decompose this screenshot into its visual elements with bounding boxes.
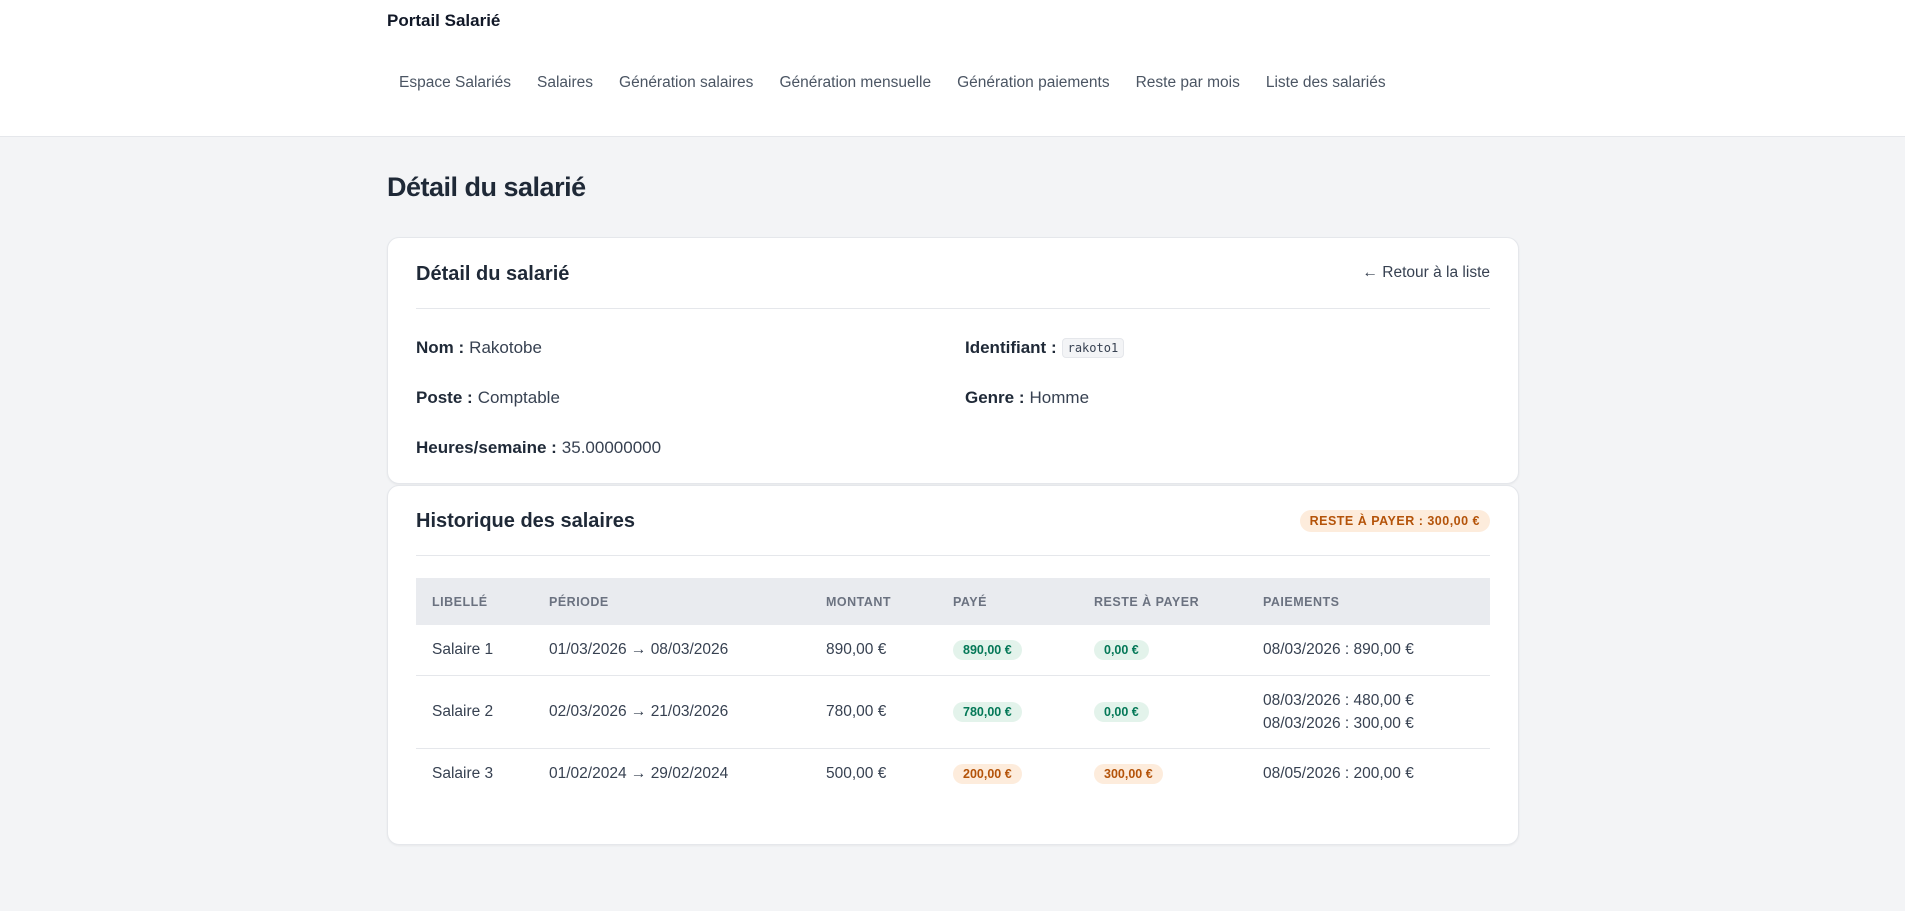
paid-badge: 780,00 € xyxy=(953,701,1022,722)
brand-title[interactable]: Portail Salarié xyxy=(387,11,500,31)
field-nom: Nom : Rakotobe xyxy=(416,323,965,373)
col-periode: Période xyxy=(549,594,609,609)
cell-reste: 300,00 € xyxy=(1078,748,1247,799)
cell-paye: 200,00 € xyxy=(937,748,1078,799)
cell-reste: 0,00 € xyxy=(1078,675,1247,749)
history-card-header: Historique des salaires Reste à payer : … xyxy=(416,486,1490,556)
salary-history-card: Historique des salaires Reste à payer : … xyxy=(387,485,1519,845)
remaining-total-badge: Reste à payer : 300,00 € xyxy=(1299,509,1490,532)
nav-generation-mensuelle[interactable]: Génération mensuelle xyxy=(767,72,943,94)
identifiant-value: rakoto1 xyxy=(1061,338,1125,358)
cell-libelle: Salaire 2 xyxy=(416,675,533,749)
field-heures: Heures/semaine : 35.00000000 xyxy=(416,423,965,473)
details-card-header: Détail du salarié ← Retour à la liste xyxy=(416,238,1490,309)
cell-paye: 890,00 € xyxy=(937,625,1078,676)
main-nav: Espace Salariés Salaires Génération sala… xyxy=(387,72,1400,94)
nav-espace-salaries[interactable]: Espace Salariés xyxy=(387,72,523,94)
cell-paiements: 08/05/2026 : 200,00 € xyxy=(1247,748,1490,799)
payment-line: 08/03/2026 : 480,00 € xyxy=(1263,691,1414,709)
cell-montant: 500,00 € xyxy=(826,764,887,782)
employee-details-card: Détail du salarié ← Retour à la liste No… xyxy=(387,237,1519,484)
field-identifiant: Identifiant : rakoto1 xyxy=(965,323,1490,373)
history-card-title: Historique des salaires xyxy=(416,510,635,532)
paid-badge: 200,00 € xyxy=(953,763,1022,784)
nom-value: Rakotobe xyxy=(469,338,542,357)
cell-montant: 780,00 € xyxy=(810,675,937,749)
payment-line: 08/05/2026 : 200,00 € xyxy=(1263,765,1414,783)
table-row: Salaire 1 01/03/2026 → 08/03/2026 890,00… xyxy=(416,625,1490,676)
genre-value: Homme xyxy=(1029,388,1090,407)
col-reste: Reste à payer xyxy=(1094,594,1200,609)
heures-value: 35.00000000 xyxy=(561,438,662,457)
field-genre: Genre : Homme xyxy=(965,373,1490,423)
page-title: Détail du salarié xyxy=(387,172,586,202)
cell-reste: 0,00 € xyxy=(1078,625,1247,676)
cell-paiements: 08/03/2026 : 480,00 € 08/03/2026 : 300,0… xyxy=(1247,675,1490,749)
remaining-badge: 0,00 € xyxy=(1094,639,1149,660)
cell-periode: 01/02/2024 → 29/02/2024 xyxy=(549,764,729,782)
table-header-row: Libellé Période Montant Payé Reste à pay… xyxy=(416,578,1490,625)
cell-montant: 890,00 € xyxy=(810,625,937,676)
payment-line: 08/03/2026 : 890,00 € xyxy=(1263,641,1414,659)
nav-salaires[interactable]: Salaires xyxy=(525,72,605,94)
nom-label: Nom : xyxy=(416,338,465,357)
col-montant: Montant xyxy=(826,594,892,609)
cell-libelle: Salaire 1 xyxy=(416,625,533,676)
back-to-list-link[interactable]: ← Retour à la liste xyxy=(1363,264,1491,282)
paid-badge: 890,00 € xyxy=(953,639,1022,660)
poste-label: Poste : xyxy=(416,388,473,407)
cell-periode: 01/03/2026 → 08/03/2026 xyxy=(533,625,810,676)
col-paiements: Paiements xyxy=(1263,594,1340,609)
cell-libelle: Salaire 3 xyxy=(432,764,494,782)
field-poste: Poste : Comptable xyxy=(416,373,965,423)
heures-label: Heures/semaine : xyxy=(416,438,557,457)
table-row: Salaire 3 01/02/2024 → 29/02/2024 500,00… xyxy=(416,748,1490,799)
remaining-badge: 300,00 € xyxy=(1094,763,1163,784)
details-card-title: Détail du salarié xyxy=(416,262,570,285)
identifiant-label: Identifiant : xyxy=(965,338,1057,357)
details-grid: Nom : Rakotobe Identifiant : rakoto1 Pos… xyxy=(416,309,1490,473)
top-navbar: Portail Salarié Espace Salariés Salaires… xyxy=(0,0,1905,137)
nav-liste-salaries[interactable]: Liste des salariés xyxy=(1254,72,1398,94)
nav-generation-salaires[interactable]: Génération salaires xyxy=(607,72,765,94)
cell-periode: 02/03/2026 → 21/03/2026 xyxy=(533,675,810,749)
genre-label: Genre : xyxy=(965,388,1025,407)
remaining-badge: 0,00 € xyxy=(1094,701,1149,722)
nav-reste-par-mois[interactable]: Reste par mois xyxy=(1124,72,1252,94)
col-paye: Payé xyxy=(953,594,987,609)
salary-history-table: Libellé Période Montant Payé Reste à pay… xyxy=(416,578,1490,799)
poste-value: Comptable xyxy=(477,388,560,407)
table-row: Salaire 2 02/03/2026 → 21/03/2026 780,00… xyxy=(416,675,1490,749)
cell-paye: 780,00 € xyxy=(937,675,1078,749)
cell-paiements: 08/03/2026 : 890,00 € xyxy=(1247,625,1490,676)
col-libelle: Libellé xyxy=(432,594,488,609)
payment-line: 08/03/2026 : 300,00 € xyxy=(1263,714,1414,732)
nav-generation-paiements[interactable]: Génération paiements xyxy=(945,72,1122,94)
